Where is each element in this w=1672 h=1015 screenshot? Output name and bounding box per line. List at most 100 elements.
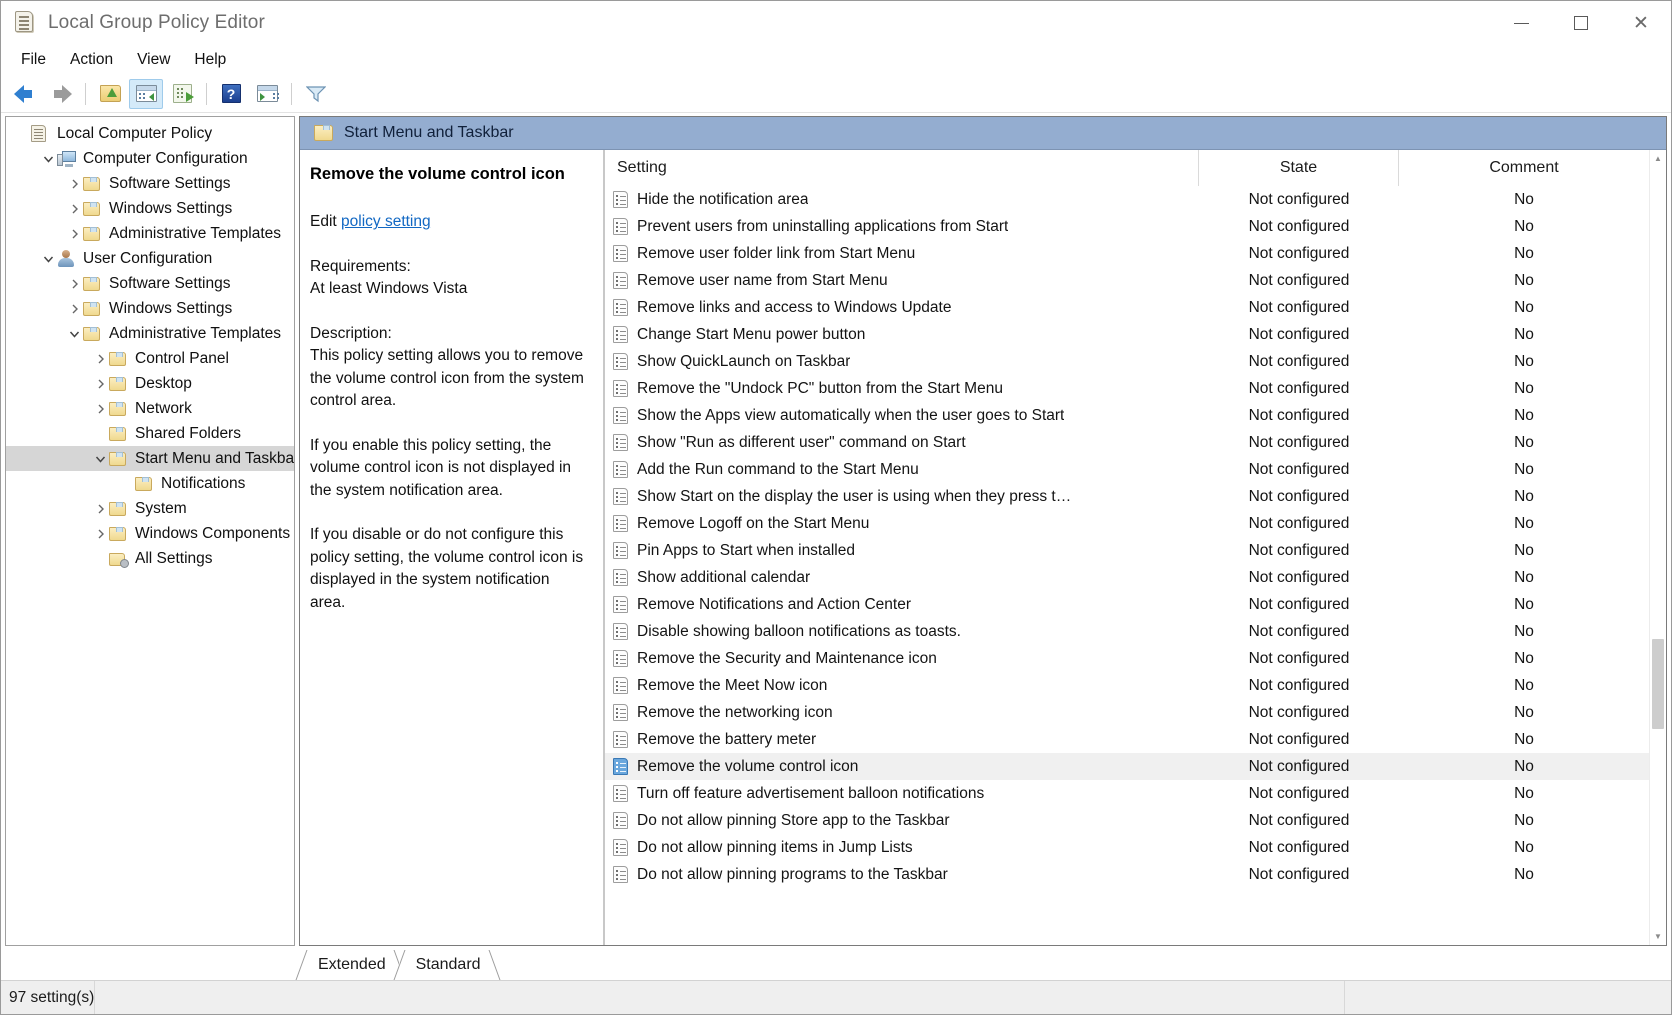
menu-help[interactable]: Help — [182, 48, 238, 72]
table-row[interactable]: Do not allow pinning programs to the Tas… — [605, 861, 1649, 888]
maximize-button[interactable] — [1551, 1, 1611, 45]
console-tree-pane[interactable]: Local Computer Policy Computer Configurat… — [5, 116, 295, 946]
chevron-down-icon[interactable] — [40, 254, 57, 264]
tree-item-administrative-templates[interactable]: Administrative Templates — [6, 321, 294, 346]
table-row[interactable]: Do not allow pinning items in Jump Lists… — [605, 834, 1649, 861]
menu-file[interactable]: File — [9, 48, 58, 72]
table-row[interactable]: Turn off feature advertisement balloon n… — [605, 780, 1649, 807]
tree-item-label: Shared Folders — [135, 424, 241, 442]
cell-setting: Do not allow pinning programs to the Tas… — [605, 866, 1199, 884]
cell-state: Not configured — [1248, 568, 1350, 586]
filter-button[interactable] — [299, 79, 333, 109]
table-row[interactable]: Show the Apps view automatically when th… — [605, 402, 1649, 429]
chevron-right-icon[interactable] — [66, 279, 83, 289]
tree-item-software-settings[interactable]: Software Settings — [6, 271, 294, 296]
edit-policy-setting-link[interactable]: policy setting — [341, 213, 431, 230]
setting-label: Show additional calendar — [637, 568, 811, 586]
folder-icon — [109, 451, 129, 466]
tree-item-administrative-templates[interactable]: Administrative Templates — [6, 221, 294, 246]
table-row[interactable]: Remove the battery meter Not configured No — [605, 726, 1649, 753]
table-row[interactable]: Show additional calendar Not configured No — [605, 564, 1649, 591]
up-one-level-button[interactable] — [93, 79, 127, 109]
column-header-comment[interactable]: Comment — [1399, 150, 1649, 186]
minimize-button[interactable] — [1491, 1, 1551, 45]
tree-item-windows-components[interactable]: Windows Components — [6, 521, 294, 546]
chevron-down-icon[interactable] — [92, 454, 109, 464]
tree-item-desktop[interactable]: Desktop — [6, 371, 294, 396]
tree-item-network[interactable]: Network — [6, 396, 294, 421]
chevron-right-icon[interactable] — [66, 229, 83, 239]
tree-item-software-settings[interactable]: Software Settings — [6, 171, 294, 196]
chevron-right-icon[interactable] — [92, 504, 109, 514]
cell-comment: No — [1514, 406, 1534, 424]
chevron-down-icon[interactable] — [40, 154, 57, 164]
close-button[interactable]: ✕ — [1611, 1, 1671, 45]
export-list-button[interactable] — [165, 79, 199, 109]
menu-view[interactable]: View — [125, 48, 182, 72]
table-row[interactable]: Remove the "Undock PC" button from the S… — [605, 375, 1649, 402]
cell-comment: No — [1514, 568, 1534, 586]
table-row[interactable]: Remove the volume control icon Not config… — [605, 753, 1649, 780]
table-row[interactable]: Show QuickLaunch on Taskbar Not configure… — [605, 348, 1649, 375]
tree-item-shared-folders[interactable]: Shared Folders — [6, 421, 294, 446]
column-header-state[interactable]: State — [1199, 150, 1399, 186]
cell-comment: No — [1514, 703, 1534, 721]
table-row[interactable]: Remove user name from Start Menu Not conf… — [605, 267, 1649, 294]
chevron-right-icon[interactable] — [92, 404, 109, 414]
table-row[interactable]: Remove user folder link from Start Menu N… — [605, 240, 1649, 267]
table-row[interactable]: Add the Run command to the Start Menu Not… — [605, 456, 1649, 483]
chevron-right-icon[interactable] — [66, 204, 83, 214]
table-row[interactable]: Disable showing balloon notifications as… — [605, 618, 1649, 645]
show-hide-action-pane-button[interactable] — [250, 79, 284, 109]
table-row[interactable]: Remove links and access to Windows Updat… — [605, 294, 1649, 321]
policy-setting-icon — [613, 569, 628, 586]
scroll-down-arrow-icon[interactable]: ▼ — [1650, 928, 1666, 945]
table-row[interactable]: Do not allow pinning Store app to the Ta… — [605, 807, 1649, 834]
table-row[interactable]: Prevent users from uninstalling applicat… — [605, 213, 1649, 240]
chevron-right-icon[interactable] — [66, 304, 83, 314]
tree-item-control-panel[interactable]: Control Panel — [6, 346, 294, 371]
table-row[interactable]: Hide the notification area Not configured… — [605, 186, 1649, 213]
back-button[interactable] — [8, 79, 42, 109]
table-row[interactable]: Change Start Menu power button Not config… — [605, 321, 1649, 348]
scroll-track[interactable] — [1650, 167, 1666, 928]
show-hide-console-tree-button[interactable] — [129, 78, 163, 109]
table-row[interactable]: Show Start on the display the user is us… — [605, 483, 1649, 510]
table-row[interactable]: Remove the networking icon Not configured… — [605, 699, 1649, 726]
table-row[interactable]: Remove Notifications and Action Center No… — [605, 591, 1649, 618]
tree-item-user-configuration[interactable]: User Configuration — [6, 246, 294, 271]
tab-standard[interactable]: Standard — [393, 950, 501, 980]
tree-item-start-menu-and-taskbar[interactable]: Start Menu and Taskbar — [6, 446, 294, 471]
table-row[interactable]: Remove the Security and Maintenance icon… — [605, 645, 1649, 672]
help-button[interactable]: ? — [214, 79, 248, 109]
tree-item-local-computer-policy[interactable]: Local Computer Policy — [6, 121, 294, 146]
tab-extended[interactable]: Extended — [295, 950, 406, 980]
list-vertical-scrollbar[interactable]: ▲ ▼ — [1649, 150, 1666, 945]
tree-item-windows-settings[interactable]: Windows Settings — [6, 296, 294, 321]
column-header-setting[interactable]: Setting — [605, 150, 1199, 186]
forward-button[interactable] — [44, 79, 78, 109]
chevron-right-icon[interactable] — [92, 529, 109, 539]
chevron-right-icon[interactable] — [92, 379, 109, 389]
menu-action[interactable]: Action — [58, 48, 125, 72]
folder-icon — [83, 176, 103, 191]
table-row[interactable]: Remove the Meet Now icon Not configured No — [605, 672, 1649, 699]
table-row[interactable]: Show "Run as different user" command on … — [605, 429, 1649, 456]
folder-icon — [83, 276, 103, 291]
table-row[interactable]: Remove Logoff on the Start Menu Not confi… — [605, 510, 1649, 537]
scroll-up-arrow-icon[interactable]: ▲ — [1650, 150, 1666, 167]
chevron-right-icon[interactable] — [66, 179, 83, 189]
tree-item-windows-settings[interactable]: Windows Settings — [6, 196, 294, 221]
tree-item-computer-configuration[interactable]: Computer Configuration — [6, 146, 294, 171]
tree-item-label: Desktop — [135, 374, 192, 392]
table-row[interactable]: Pin Apps to Start when installed Not conf… — [605, 537, 1649, 564]
edit-prefix: Edit — [310, 213, 342, 231]
tree-item-system[interactable]: System — [6, 496, 294, 521]
chevron-right-icon[interactable] — [92, 354, 109, 364]
toolbar-separator-2 — [206, 82, 207, 105]
folder-icon — [83, 226, 103, 241]
tree-item-notifications[interactable]: Notifications — [6, 471, 294, 496]
scroll-thumb[interactable] — [1652, 638, 1664, 729]
chevron-down-icon[interactable] — [66, 329, 83, 339]
tree-item-all-settings[interactable]: All Settings — [6, 546, 294, 571]
